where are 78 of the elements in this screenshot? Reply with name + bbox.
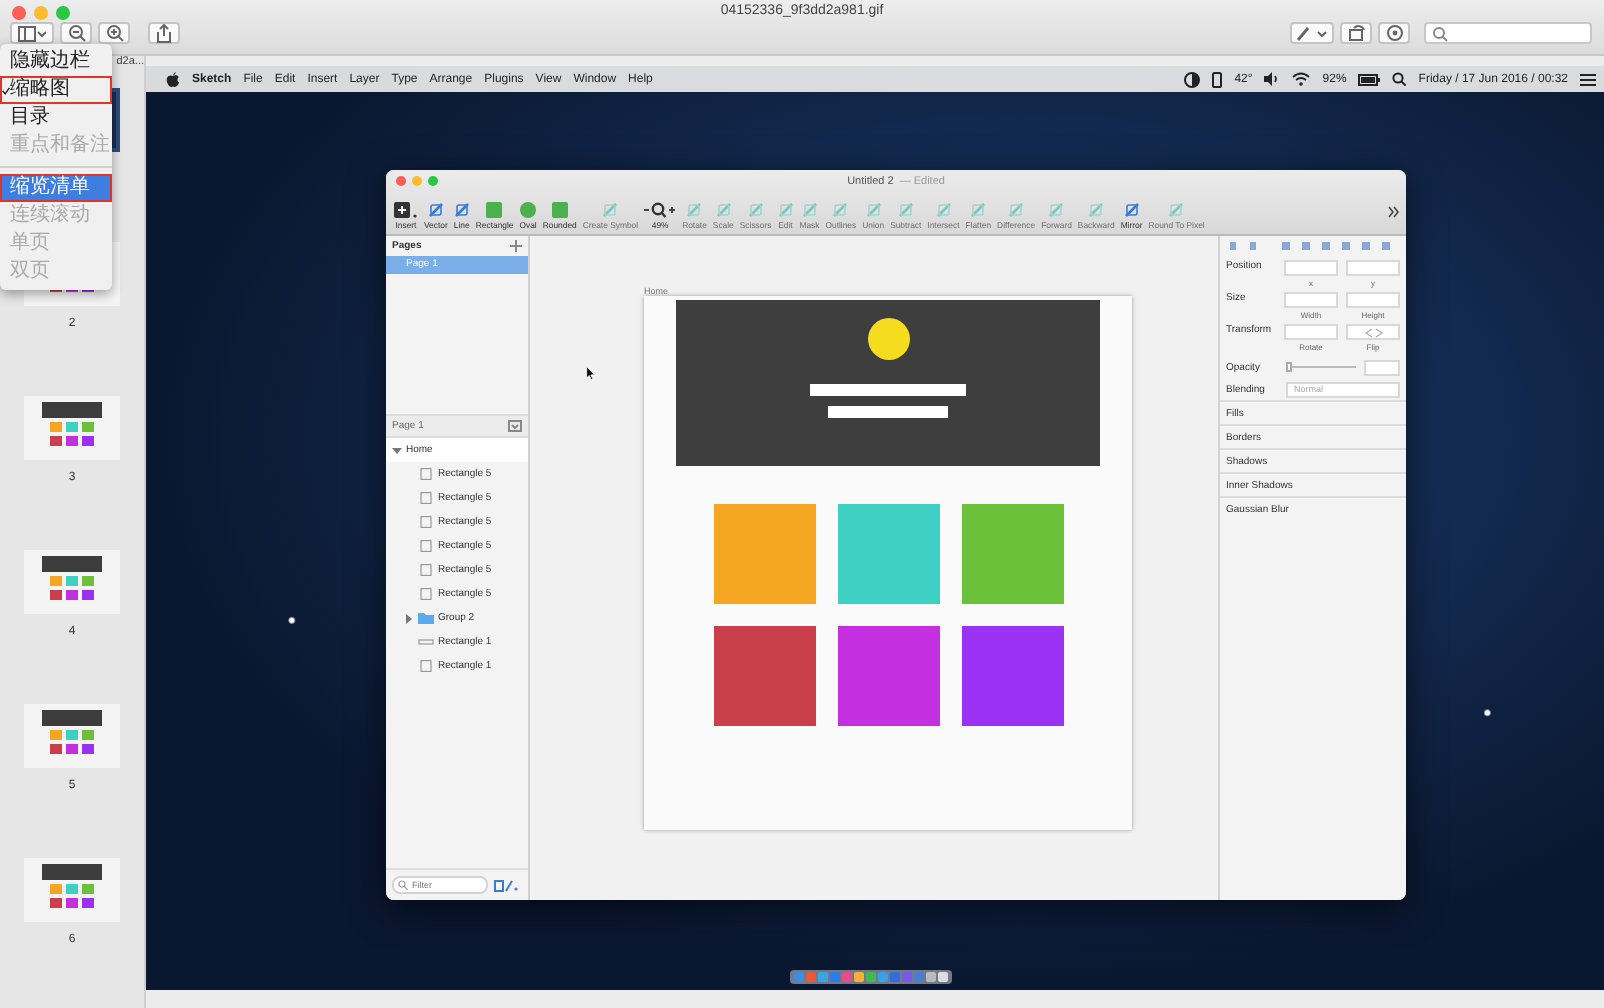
tool-icon	[801, 202, 818, 218]
zoom-out-icon	[67, 24, 85, 42]
zoom-in-button[interactable]	[98, 22, 130, 44]
search-icon	[1432, 25, 1448, 41]
menu-item[interactable]: 隐藏边栏	[0, 48, 112, 76]
tool-icon	[1008, 202, 1025, 218]
menu-item[interactable]: 目录	[0, 104, 112, 132]
rotate-button[interactable]	[1340, 22, 1372, 44]
insert-icon	[394, 202, 418, 218]
tool-icon	[602, 202, 619, 218]
wifi-icon[interactable]	[1292, 72, 1311, 86]
tool-icon	[453, 202, 470, 218]
page-thumbnail[interactable]	[24, 550, 120, 614]
square-icon	[551, 202, 568, 218]
tool-icon	[970, 202, 987, 218]
volume-icon[interactable]	[1264, 72, 1281, 86]
circle-icon	[520, 202, 537, 218]
folder-icon	[418, 612, 434, 624]
number-field[interactable]	[1364, 359, 1400, 375]
close-button[interactable]	[396, 176, 406, 186]
sidebar-icon	[18, 25, 46, 41]
zoom-out-button[interactable]	[60, 22, 92, 44]
search-field[interactable]	[1424, 22, 1592, 44]
tool-icon	[1088, 202, 1105, 218]
rotate-icon	[1347, 24, 1365, 42]
target-icon	[1385, 24, 1403, 42]
number-field[interactable]	[1346, 260, 1400, 276]
tool-icon	[865, 202, 882, 218]
battery-icon[interactable]	[1358, 73, 1381, 85]
menu-icon[interactable]	[1580, 73, 1596, 85]
circle-shape	[867, 318, 909, 360]
tool-icon	[686, 202, 703, 218]
zoom-in-icon	[105, 24, 123, 42]
menu-item[interactable]: 缩略图	[0, 76, 112, 104]
add-icon[interactable]	[510, 240, 522, 252]
apple-logo-icon[interactable]	[166, 71, 180, 87]
share-icon	[156, 23, 172, 43]
number-field[interactable]	[1284, 292, 1338, 308]
chevron-icon	[1361, 327, 1385, 337]
number-field[interactable]	[1346, 292, 1400, 308]
edit-icon[interactable]	[494, 879, 518, 891]
menu-item[interactable]: 缩览清单	[0, 174, 112, 202]
tool-icon	[715, 202, 732, 218]
pointer-cursor-icon	[586, 366, 596, 380]
search-icon[interactable]	[1392, 72, 1407, 86]
number-field[interactable]	[1284, 324, 1338, 340]
close-button[interactable]	[12, 6, 26, 20]
line-layer-icon	[418, 636, 434, 648]
zoom-icon	[644, 202, 677, 218]
bar-shape	[828, 406, 948, 418]
phone-icon[interactable]	[1212, 71, 1223, 87]
markup-button[interactable]	[1290, 22, 1334, 44]
page-thumbnail[interactable]	[24, 704, 120, 768]
collapse-icon[interactable]	[508, 420, 522, 432]
chevron-icon[interactable]	[1388, 205, 1400, 217]
tool-icon	[832, 202, 849, 218]
disclosure-icon[interactable]	[404, 613, 414, 623]
rectangle-layer-icon	[418, 660, 434, 672]
checkmark-icon	[2, 85, 10, 95]
tool-icon	[935, 202, 952, 218]
disclosure-icon[interactable]	[392, 445, 402, 455]
page-thumbnail[interactable]	[24, 396, 120, 460]
page-thumbnail[interactable]	[24, 858, 120, 922]
display-icon[interactable]	[1184, 71, 1201, 87]
tool-icon	[427, 202, 444, 218]
square-icon	[486, 202, 503, 218]
annotate-button[interactable]	[1378, 22, 1410, 44]
search-icon	[398, 880, 408, 890]
tool-icon	[897, 202, 914, 218]
tool-icon	[777, 202, 794, 218]
tool-icon	[1048, 202, 1065, 218]
tool-icon	[1168, 202, 1185, 218]
tool-icon	[747, 202, 764, 218]
pen-icon	[1296, 25, 1328, 41]
share-button[interactable]	[148, 22, 180, 44]
tool-icon	[1123, 202, 1140, 218]
number-field[interactable]	[1284, 260, 1338, 276]
sidebar-toggle-button[interactable]	[10, 22, 54, 44]
